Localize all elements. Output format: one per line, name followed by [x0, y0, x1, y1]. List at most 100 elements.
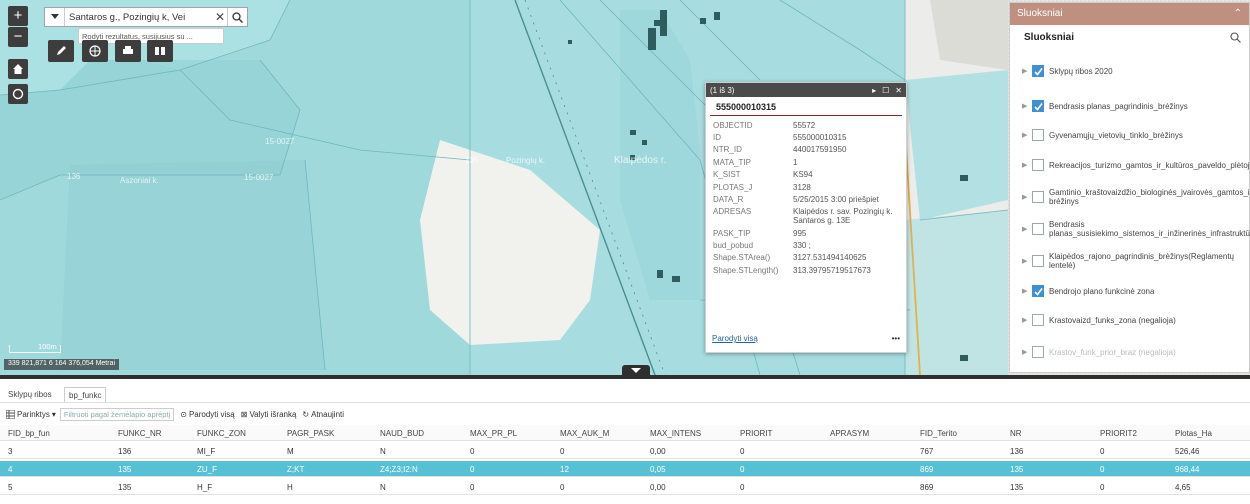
column-header[interactable]: FUNKC_NR: [118, 429, 162, 438]
table-cell: M: [287, 447, 294, 456]
expand-arrow-icon[interactable]: ▶: [1022, 316, 1032, 324]
collapse-icon[interactable]: ⌃: [1234, 8, 1242, 20]
layer-item[interactable]: ▶ Bendrasis planas_pagrindinis_brėžinys: [1022, 100, 1250, 112]
layer-checkbox[interactable]: [1032, 255, 1044, 267]
home-button[interactable]: [8, 59, 28, 79]
layer-checkbox[interactable]: [1032, 346, 1044, 358]
layer-checkbox[interactable]: [1032, 314, 1044, 326]
layers-panel-header[interactable]: Sluoksniai ⌃: [1010, 3, 1249, 25]
column-header[interactable]: APRASYM: [830, 429, 869, 438]
zoom-in-button[interactable]: +: [8, 6, 28, 26]
globe-icon: [89, 45, 101, 57]
expand-arrow-icon[interactable]: ▶: [1022, 131, 1032, 139]
column-header[interactable]: MAX_INTENS: [650, 429, 701, 438]
layer-item[interactable]: ▶ Gamtinio_kraštovaizdžio_biologinės_įvai…: [1022, 188, 1250, 206]
tab-bp-funkc[interactable]: bp_funkc: [64, 387, 107, 402]
expand-arrow-icon[interactable]: ▶: [1022, 257, 1032, 265]
options-menu[interactable]: Parinktys ▾: [6, 409, 56, 419]
basemap-button[interactable]: [82, 40, 108, 62]
column-header[interactable]: Plotas_Ha: [1175, 429, 1212, 438]
attribute-row: PLOTAS_J 3128: [711, 181, 901, 193]
panel-toggle-handle[interactable]: [622, 365, 650, 375]
expand-arrow-icon[interactable]: ▶: [1022, 67, 1032, 75]
refresh-button[interactable]: ↻ Atnaujinti: [302, 410, 344, 419]
zoom-to-button[interactable]: ⊙ Parodyti visą: [180, 410, 235, 419]
attribute-key: PASK_TIP: [713, 228, 751, 238]
table-cell: 135: [1010, 483, 1024, 492]
search-box[interactable]: Santaros g., Pozingių k, Vei ✕: [44, 7, 248, 27]
layer-checkbox[interactable]: [1032, 65, 1044, 77]
next-feature-icon[interactable]: ▸: [872, 86, 876, 95]
tab-sklypu-ribos[interactable]: Sklypų ribos: [4, 387, 56, 402]
column-header[interactable]: PRIORIT: [740, 429, 772, 438]
layer-checkbox[interactable]: [1032, 191, 1044, 203]
maximize-icon[interactable]: ☐: [882, 86, 889, 95]
attribute-row: Shape.STLength() 313.39795719517673: [711, 264, 901, 276]
layer-checkbox[interactable]: [1032, 100, 1044, 112]
table-cell: 0: [1100, 483, 1105, 492]
show-all-link[interactable]: Parodyti visą: [712, 334, 758, 343]
layout-button[interactable]: [147, 40, 173, 62]
column-header[interactable]: NAUD_BUD: [380, 429, 424, 438]
column-header[interactable]: FID_bp_fun: [8, 429, 50, 438]
layer-checkbox[interactable]: [1032, 159, 1044, 171]
layer-item[interactable]: ▶ Klaipėdos_rajono_pagrindinis_brėžinys(R…: [1022, 252, 1250, 270]
layer-checkbox[interactable]: [1032, 129, 1044, 141]
layer-item[interactable]: ▶ Rekreacijos_turizmo_gamtos_ir_kultūros_…: [1022, 159, 1250, 171]
table-cell: 767: [920, 447, 934, 456]
locate-button[interactable]: [8, 84, 28, 104]
layer-item[interactable]: ▶ Gyvenamųjų_vietovių_tinklo_brėžinys: [1022, 129, 1250, 141]
column-header[interactable]: PAGR_PASK: [287, 429, 334, 438]
table-row[interactable]: 3 136 MI_F M N 0 0 0,00 0 767 136 0 526,46: [0, 443, 1250, 459]
refresh-icon: ↻: [302, 409, 310, 419]
clear-selection-label: Valyti išranką: [249, 409, 297, 419]
layer-item[interactable]: ▶ Sklypų ribos 2020: [1022, 65, 1250, 77]
layer-item[interactable]: ▶ Bendrojo plano funkcinė zona: [1022, 285, 1250, 297]
clear-search-button[interactable]: ✕: [213, 10, 227, 24]
expand-arrow-icon[interactable]: ▶: [1022, 287, 1032, 295]
table-row[interactable]: 5 135 H_F H N 0 0 0,00 0 869 135 0 4,65: [0, 479, 1250, 495]
popup-header: (1 iš 3) ▸ ☐ ✕: [706, 83, 906, 97]
expand-arrow-icon[interactable]: ▶: [1022, 161, 1032, 169]
column-header[interactable]: PRIORIT2: [1100, 429, 1137, 438]
search-button[interactable]: [227, 8, 247, 26]
draw-button[interactable]: [48, 40, 74, 62]
layer-item[interactable]: ▶ Krastovaizd_funks_zona (negalioja): [1022, 314, 1250, 326]
table-cell: 0: [740, 465, 745, 474]
table-row[interactable]: 4 135 ZU_F Z;KT Z4;Z3;I2:N 0 12 0,05 0 869 135 0 968…: [0, 461, 1250, 477]
table-cell: Z;KT: [287, 465, 305, 474]
attribute-key: bud_pobud: [713, 241, 754, 251]
column-header[interactable]: FUNKC_ZON: [197, 429, 246, 438]
more-menu-button[interactable]: •••: [892, 334, 900, 343]
layer-checkbox[interactable]: [1032, 285, 1044, 297]
attribute-row: ID 555000010315: [711, 131, 901, 143]
column-header[interactable]: MAX_PR_PL: [470, 429, 517, 438]
expand-arrow-icon[interactable]: ▶: [1022, 102, 1032, 110]
search-source-dropdown[interactable]: [45, 8, 65, 26]
filter-by-extent-toggle[interactable]: Filtruoti pagal žemėlapio aprėptį: [59, 407, 175, 421]
clear-selection-button[interactable]: ⊠ Valyti išranką: [241, 410, 297, 419]
column-header[interactable]: NR: [1010, 429, 1022, 438]
column-header[interactable]: FID_Terito: [920, 429, 957, 438]
attribute-value: 440017591950: [793, 145, 847, 155]
table-cell: 0: [560, 447, 565, 456]
coordinate-readout: 339 821,871 6 164 376,054 Metrai: [4, 359, 120, 370]
layer-checkbox[interactable]: [1032, 223, 1044, 235]
expand-arrow-icon[interactable]: ▶: [1022, 348, 1032, 356]
table-cell: 0: [470, 447, 475, 456]
map-view[interactable]: 136 Aszoniai k. 135 15-0027 Pozingių k. …: [0, 0, 1250, 375]
print-button[interactable]: [115, 40, 141, 62]
layer-item[interactable]: ▶ Bendrasis planas_susisiekimo_sistemos_i…: [1022, 220, 1250, 238]
expand-arrow-icon[interactable]: ▶: [1022, 225, 1032, 233]
panel-splitter[interactable]: [0, 375, 1250, 379]
table-cell: 4: [8, 465, 13, 474]
search-icon[interactable]: [1230, 32, 1241, 43]
close-icon[interactable]: ✕: [895, 86, 902, 95]
expand-arrow-icon[interactable]: ▶: [1022, 193, 1032, 201]
column-header[interactable]: MAX_AUK_M: [560, 429, 609, 438]
zoom-out-button[interactable]: −: [8, 27, 28, 47]
search-input[interactable]: Santaros g., Pozingių k, Vei: [65, 12, 213, 23]
table-cell: N: [380, 447, 386, 456]
attribute-row: MATA_TIP 1: [711, 156, 901, 168]
layer-item[interactable]: ▶ Krastov_funk_prior_braz (negalioja): [1022, 346, 1250, 358]
